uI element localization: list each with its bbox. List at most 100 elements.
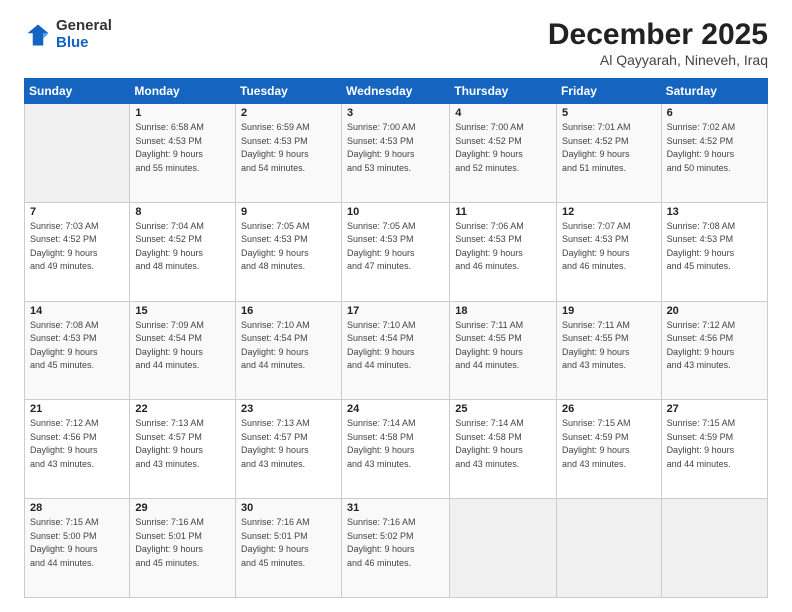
calendar-cell <box>661 499 767 598</box>
day-number: 5 <box>562 107 656 119</box>
calendar-header: Sunday Monday Tuesday Wednesday Thursday… <box>25 79 768 104</box>
calendar-cell: 29Sunrise: 7:16 AM Sunset: 5:01 PM Dayli… <box>130 499 236 598</box>
calendar-cell: 17Sunrise: 7:10 AM Sunset: 4:54 PM Dayli… <box>341 301 449 400</box>
calendar-cell: 16Sunrise: 7:10 AM Sunset: 4:54 PM Dayli… <box>236 301 342 400</box>
day-number: 28 <box>30 502 124 514</box>
calendar-cell: 9 Sunrise: 7:05 AM Sunset: 4:53 PM Daylig… <box>236 202 342 301</box>
calendar-page: General Blue December 2025 Al Qayyarah, … <box>0 0 792 612</box>
calendar-cell: 18 Sunrise: 7:11 AM Sunset: 4:55 PM Dayli… <box>450 301 557 400</box>
day-info: Sunrise: 6:58 AM Sunset: 4:53 PM Dayligh… <box>135 121 230 175</box>
logo-general: General <box>56 18 112 35</box>
day-number: 26 <box>562 403 656 415</box>
calendar-cell: 6Sunrise: 7:02 AM Sunset: 4:52 PM Daylig… <box>661 104 767 203</box>
calendar-week-5: 28 Sunrise: 7:15 AM Sunset: 5:00 PM Dayli… <box>25 499 768 598</box>
title-block: December 2025 Al Qayyarah, Nineveh, Iraq <box>548 18 768 68</box>
day-info: Sunrise: 7:16 AM Sunset: 5:01 PM Dayligh… <box>135 516 230 570</box>
day-info: Sunrise: 7:14 AM Sunset: 4:58 PM Dayligh… <box>455 417 551 471</box>
calendar-cell: 21Sunrise: 7:12 AM Sunset: 4:56 PM Dayli… <box>25 400 130 499</box>
calendar-cell: 8 Sunrise: 7:04 AM Sunset: 4:52 PM Daylig… <box>130 202 236 301</box>
day-info: Sunrise: 7:07 AM Sunset: 4:53 PM Dayligh… <box>562 220 656 274</box>
day-info: Sunrise: 6:59 AM Sunset: 4:53 PM Dayligh… <box>241 121 336 175</box>
day-info: Sunrise: 7:04 AM Sunset: 4:52 PM Dayligh… <box>135 220 230 274</box>
logo-blue: Blue <box>56 35 112 52</box>
day-number: 10 <box>347 206 444 218</box>
calendar-title: December 2025 <box>548 18 768 52</box>
calendar-cell: 3 Sunrise: 7:00 AM Sunset: 4:53 PM Daylig… <box>341 104 449 203</box>
calendar-subtitle: Al Qayyarah, Nineveh, Iraq <box>548 52 768 68</box>
calendar-week-3: 14Sunrise: 7:08 AM Sunset: 4:53 PM Dayli… <box>25 301 768 400</box>
day-info: Sunrise: 7:09 AM Sunset: 4:54 PM Dayligh… <box>135 319 230 373</box>
calendar-cell: 11 Sunrise: 7:06 AM Sunset: 4:53 PM Dayli… <box>450 202 557 301</box>
calendar-body: 1 Sunrise: 6:58 AM Sunset: 4:53 PM Daylig… <box>25 104 768 598</box>
day-info: Sunrise: 7:13 AM Sunset: 4:57 PM Dayligh… <box>135 417 230 471</box>
header-monday: Monday <box>130 79 236 104</box>
logo-text: General Blue <box>56 18 112 51</box>
calendar-cell: 28 Sunrise: 7:15 AM Sunset: 5:00 PM Dayli… <box>25 499 130 598</box>
day-number: 18 <box>455 305 551 317</box>
day-info: Sunrise: 7:08 AM Sunset: 4:53 PM Dayligh… <box>30 319 124 373</box>
calendar-cell: 22 Sunrise: 7:13 AM Sunset: 4:57 PM Dayli… <box>130 400 236 499</box>
calendar-week-1: 1 Sunrise: 6:58 AM Sunset: 4:53 PM Daylig… <box>25 104 768 203</box>
calendar-cell <box>450 499 557 598</box>
day-number: 23 <box>241 403 336 415</box>
calendar-cell: 31Sunrise: 7:16 AM Sunset: 5:02 PM Dayli… <box>341 499 449 598</box>
day-number: 20 <box>667 305 762 317</box>
day-info: Sunrise: 7:06 AM Sunset: 4:53 PM Dayligh… <box>455 220 551 274</box>
header: General Blue December 2025 Al Qayyarah, … <box>24 18 768 68</box>
day-number: 7 <box>30 206 124 218</box>
calendar-cell: 12Sunrise: 7:07 AM Sunset: 4:53 PM Dayli… <box>556 202 661 301</box>
header-row: Sunday Monday Tuesday Wednesday Thursday… <box>25 79 768 104</box>
calendar-cell: 2 Sunrise: 6:59 AM Sunset: 4:53 PM Daylig… <box>236 104 342 203</box>
day-number: 25 <box>455 403 551 415</box>
day-number: 1 <box>135 107 230 119</box>
day-number: 22 <box>135 403 230 415</box>
calendar-cell: 24 Sunrise: 7:14 AM Sunset: 4:58 PM Dayli… <box>341 400 449 499</box>
day-number: 30 <box>241 502 336 514</box>
header-friday: Friday <box>556 79 661 104</box>
day-number: 3 <box>347 107 444 119</box>
day-number: 27 <box>667 403 762 415</box>
day-number: 9 <box>241 206 336 218</box>
calendar-cell: 27 Sunrise: 7:15 AM Sunset: 4:59 PM Dayli… <box>661 400 767 499</box>
day-info: Sunrise: 7:03 AM Sunset: 4:52 PM Dayligh… <box>30 220 124 274</box>
day-info: Sunrise: 7:16 AM Sunset: 5:01 PM Dayligh… <box>241 516 336 570</box>
day-info: Sunrise: 7:00 AM Sunset: 4:52 PM Dayligh… <box>455 121 551 175</box>
day-info: Sunrise: 7:05 AM Sunset: 4:53 PM Dayligh… <box>347 220 444 274</box>
logo-icon <box>24 21 52 49</box>
day-info: Sunrise: 7:11 AM Sunset: 4:55 PM Dayligh… <box>455 319 551 373</box>
calendar-cell: 20 Sunrise: 7:12 AM Sunset: 4:56 PM Dayli… <box>661 301 767 400</box>
header-tuesday: Tuesday <box>236 79 342 104</box>
day-info: Sunrise: 7:14 AM Sunset: 4:58 PM Dayligh… <box>347 417 444 471</box>
calendar-cell: 13Sunrise: 7:08 AM Sunset: 4:53 PM Dayli… <box>661 202 767 301</box>
day-info: Sunrise: 7:08 AM Sunset: 4:53 PM Dayligh… <box>667 220 762 274</box>
calendar-cell: 19Sunrise: 7:11 AM Sunset: 4:55 PM Dayli… <box>556 301 661 400</box>
header-wednesday: Wednesday <box>341 79 449 104</box>
logo: General Blue <box>24 18 112 51</box>
day-number: 8 <box>135 206 230 218</box>
calendar-cell: 26 Sunrise: 7:15 AM Sunset: 4:59 PM Dayli… <box>556 400 661 499</box>
day-number: 24 <box>347 403 444 415</box>
header-sunday: Sunday <box>25 79 130 104</box>
day-number: 15 <box>135 305 230 317</box>
header-thursday: Thursday <box>450 79 557 104</box>
day-info: Sunrise: 7:01 AM Sunset: 4:52 PM Dayligh… <box>562 121 656 175</box>
day-info: Sunrise: 7:05 AM Sunset: 4:53 PM Dayligh… <box>241 220 336 274</box>
calendar-cell: 7 Sunrise: 7:03 AM Sunset: 4:52 PM Daylig… <box>25 202 130 301</box>
calendar-cell <box>25 104 130 203</box>
day-number: 17 <box>347 305 444 317</box>
calendar-cell: 30 Sunrise: 7:16 AM Sunset: 5:01 PM Dayli… <box>236 499 342 598</box>
day-info: Sunrise: 7:12 AM Sunset: 4:56 PM Dayligh… <box>667 319 762 373</box>
day-info: Sunrise: 7:15 AM Sunset: 5:00 PM Dayligh… <box>30 516 124 570</box>
day-number: 2 <box>241 107 336 119</box>
calendar-table: Sunday Monday Tuesday Wednesday Thursday… <box>24 78 768 598</box>
header-saturday: Saturday <box>661 79 767 104</box>
day-info: Sunrise: 7:15 AM Sunset: 4:59 PM Dayligh… <box>562 417 656 471</box>
day-info: Sunrise: 7:00 AM Sunset: 4:53 PM Dayligh… <box>347 121 444 175</box>
calendar-week-2: 7 Sunrise: 7:03 AM Sunset: 4:52 PM Daylig… <box>25 202 768 301</box>
day-number: 21 <box>30 403 124 415</box>
day-number: 11 <box>455 206 551 218</box>
calendar-cell: 23Sunrise: 7:13 AM Sunset: 4:57 PM Dayli… <box>236 400 342 499</box>
day-info: Sunrise: 7:15 AM Sunset: 4:59 PM Dayligh… <box>667 417 762 471</box>
calendar-cell: 10 Sunrise: 7:05 AM Sunset: 4:53 PM Dayli… <box>341 202 449 301</box>
calendar-cell: 5 Sunrise: 7:01 AM Sunset: 4:52 PM Daylig… <box>556 104 661 203</box>
